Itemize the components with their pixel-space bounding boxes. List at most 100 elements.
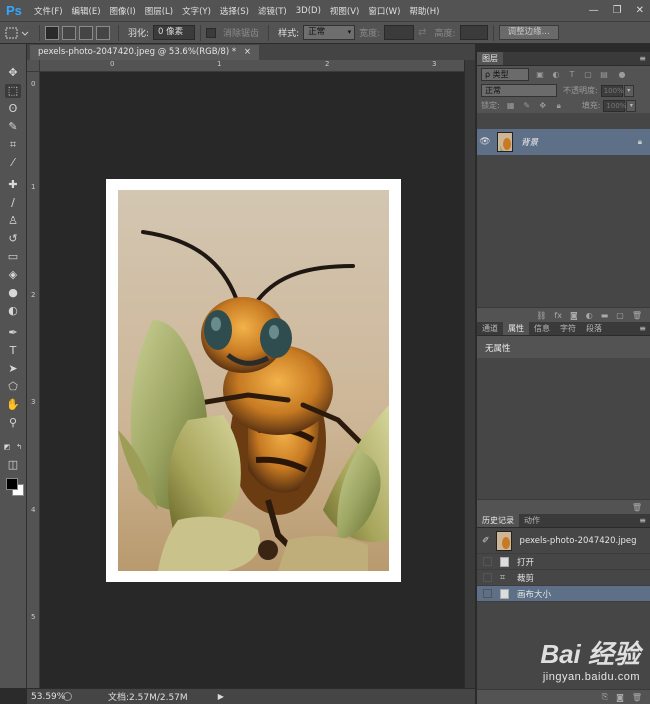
fill-input[interactable]: 100% — [603, 99, 626, 112]
minimize-button[interactable]: — — [589, 5, 599, 16]
opacity-input[interactable]: 100% — [600, 84, 624, 97]
delete-layer-icon[interactable]: 🗑︎ — [632, 311, 642, 320]
close-tab-icon[interactable]: × — [244, 47, 251, 57]
swap-colors-icon[interactable]: ↰ — [15, 440, 23, 454]
lock-transparent-icon[interactable]: ▦ — [506, 101, 516, 111]
blend-mode-select[interactable]: 正常 — [481, 84, 557, 97]
crop-tool-icon[interactable]: ⌗ — [5, 138, 21, 152]
healing-brush-tool-icon[interactable]: ✚ — [5, 178, 21, 192]
properties-delete-icon[interactable]: 🗑︎ — [632, 503, 642, 512]
restore-button[interactable]: ❐ — [613, 5, 622, 16]
history-item-selected[interactable]: 画布大小 — [477, 586, 650, 602]
lasso-tool-icon[interactable]: ʘ — [5, 102, 21, 116]
default-colors-icon[interactable]: ◩ — [3, 440, 11, 454]
history-snapshot[interactable]: ✐ pexels-photo-2047420.jpeg — [477, 528, 650, 554]
layer-name[interactable]: 背景 — [521, 136, 538, 148]
height-input[interactable] — [459, 25, 488, 40]
clone-stamp-tool-icon[interactable]: ♙ — [5, 214, 21, 228]
bee-photo[interactable] — [118, 190, 389, 571]
tool-preset-picker[interactable] — [4, 26, 34, 40]
tab-history[interactable]: 历史记录 — [477, 514, 519, 527]
pen-tool-icon[interactable]: ✒ — [5, 326, 21, 340]
history-item[interactable]: ⌗ 裁剪 — [477, 570, 650, 586]
opacity-dropdown-icon[interactable]: ▾ — [623, 84, 634, 97]
menu-select[interactable]: 选择(S) — [220, 5, 249, 17]
menu-layer[interactable]: 图层(L) — [145, 5, 173, 17]
adjustment-layer-icon[interactable]: ◐ — [586, 311, 593, 320]
new-group-icon[interactable]: ▬ — [601, 311, 609, 320]
status-info-icon[interactable] — [63, 692, 72, 701]
new-layer-icon[interactable]: ▢ — [616, 311, 624, 320]
quick-mask-icon[interactable]: ◫ — [5, 458, 21, 472]
tab-paragraph[interactable]: 段落 — [581, 322, 607, 335]
hand-tool-icon[interactable]: ✋ — [5, 398, 21, 412]
history-checkbox[interactable] — [483, 573, 492, 582]
menu-3d[interactable]: 3D(D) — [296, 6, 321, 16]
visibility-eye-icon[interactable]: 👁︎ — [477, 137, 493, 147]
lock-position-icon[interactable]: ✥ — [538, 101, 548, 111]
link-layers-icon[interactable]: ⛓ — [536, 311, 546, 320]
history-brush-source-icon[interactable]: ✐ — [482, 536, 490, 546]
horizontal-ruler[interactable]: 0 1 2 3 — [40, 60, 464, 72]
width-input[interactable] — [384, 25, 415, 40]
menu-view[interactable]: 视图(V) — [330, 5, 359, 17]
history-brush-tool-icon[interactable]: ↺ — [5, 232, 21, 246]
delete-state-icon[interactable]: 🗑︎ — [632, 693, 642, 702]
new-snapshot-icon[interactable]: ◙ — [616, 693, 624, 702]
ruler-origin[interactable] — [27, 60, 40, 72]
move-tool-icon[interactable]: ✥ — [5, 66, 21, 80]
menu-help[interactable]: 帮助(H) — [409, 5, 439, 17]
lock-image-icon[interactable]: ✎ — [522, 101, 532, 111]
subtract-selection-mode[interactable] — [79, 25, 93, 40]
tab-layers[interactable]: 图层 — [477, 52, 503, 65]
zoom-tool-icon[interactable]: ⚲ — [5, 416, 21, 430]
swap-dimensions-icon[interactable]: ⇄ — [418, 27, 426, 38]
menu-type[interactable]: 文字(Y) — [182, 5, 211, 17]
close-button[interactable]: ✕ — [636, 5, 644, 16]
adjustment-filter-icon[interactable]: ◐ — [551, 70, 561, 80]
menu-image[interactable]: 图像(I) — [110, 5, 136, 17]
marquee-tool-icon[interactable]: ⬚ — [5, 84, 21, 98]
foreground-color-swatch[interactable] — [6, 478, 18, 490]
shape-filter-icon[interactable]: ▢ — [583, 70, 593, 80]
smart-object-filter-icon[interactable]: ▤ — [599, 70, 609, 80]
menu-filter[interactable]: 滤镜(T) — [258, 5, 287, 17]
new-selection-mode[interactable] — [45, 25, 59, 40]
type-tool-icon[interactable]: T — [5, 344, 21, 358]
vertical-ruler[interactable]: 0 1 2 3 4 5 — [27, 60, 40, 688]
path-select-tool-icon[interactable]: ➤ — [5, 362, 21, 376]
history-item[interactable]: 打开 — [477, 554, 650, 570]
history-checkbox[interactable] — [483, 557, 492, 566]
panel-menu-icon[interactable]: ≡ — [639, 322, 646, 335]
document-tab[interactable]: pexels-photo-2047420.jpeg @ 53.6%(RGB/8)… — [30, 45, 259, 60]
vertical-scrollbar[interactable] — [464, 60, 475, 688]
add-selection-mode[interactable] — [62, 25, 76, 40]
fill-dropdown-icon[interactable]: ▾ — [626, 99, 637, 112]
eraser-tool-icon[interactable]: ▭ — [5, 250, 21, 264]
dodge-tool-icon[interactable]: ◐ — [5, 304, 21, 318]
status-menu-arrow-icon[interactable]: ▶ — [218, 692, 224, 701]
add-mask-icon[interactable]: ◙ — [570, 311, 578, 320]
menu-file[interactable]: 文件(F) — [34, 5, 63, 17]
intersect-selection-mode[interactable] — [96, 25, 110, 40]
menu-window[interactable]: 窗口(W) — [368, 5, 400, 17]
layer-fx-icon[interactable]: fx — [554, 311, 562, 320]
style-select[interactable]: 正常 ▾ — [303, 25, 356, 40]
feather-input[interactable]: 0 像素 — [153, 25, 196, 40]
history-checkbox[interactable] — [483, 589, 492, 598]
paint-bucket-tool-icon[interactable]: ◈ — [5, 268, 21, 282]
tab-properties[interactable]: 属性 — [503, 322, 529, 335]
brush-tool-icon[interactable]: ∕ — [5, 196, 21, 210]
quick-select-tool-icon[interactable]: ✎ — [5, 120, 21, 134]
panel-menu-icon[interactable]: ≡ — [639, 514, 646, 527]
filter-toggle-icon[interactable]: ● — [617, 70, 627, 80]
panel-menu-icon[interactable]: ≡ — [639, 52, 646, 65]
tab-channels[interactable]: 通道 — [477, 322, 503, 335]
tab-info[interactable]: 信息 — [529, 322, 555, 335]
blur-tool-icon[interactable]: ● — [5, 286, 21, 300]
tab-actions[interactable]: 动作 — [519, 514, 545, 527]
layer-row-background[interactable]: 👁︎ 背景 🔒︎ — [477, 129, 650, 155]
lock-all-icon[interactable]: 🔒︎ — [554, 101, 564, 111]
eyedropper-tool-icon[interactable]: ⁄ — [5, 156, 21, 170]
menu-edit[interactable]: 编辑(E) — [72, 5, 101, 17]
